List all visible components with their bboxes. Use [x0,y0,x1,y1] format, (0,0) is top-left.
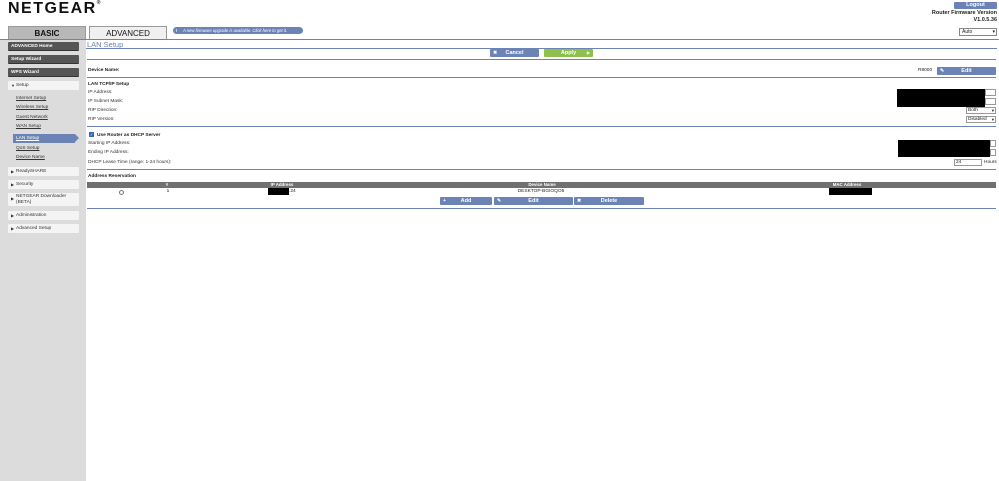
starting-ip-field[interactable] [990,140,996,147]
sidebar-wps-wizard[interactable]: WPS Wizard [8,68,79,77]
row-ip-redacted [268,188,289,195]
section-divider [87,59,996,60]
sidebar-section-administration[interactable]: ▶ Administration [8,211,79,220]
sidebar-section-security[interactable]: ▶ Security [8,180,79,189]
pencil-icon: ✎ [940,68,945,74]
ip-address-field[interactable] [985,89,996,96]
dhcp-checkbox-label: Use Router as DHCP Server [97,133,161,138]
row-select-radio[interactable] [119,190,124,195]
lease-time-field[interactable]: 24 [954,159,982,166]
rip-direction-select[interactable]: Both [966,107,996,114]
plus-icon: + [443,198,446,204]
cancel-button[interactable]: ✖ Cancel [490,49,539,57]
top-header: NETGEAR® Logout Router Firmware Version … [0,0,999,40]
close-icon: ✖ [577,198,582,204]
section-divider [87,126,996,127]
lease-time-unit: Hours [984,160,997,165]
triangle-right-icon: ▶ [11,169,15,174]
triangle-right-icon: ▶ [11,213,15,218]
title-divider [86,48,997,49]
tcpip-heading: LAN TCP/IP Setup [88,82,130,87]
rip-direction-label: RIP Direction: [88,108,118,113]
sidebar-item-device-name[interactable]: Device Name [16,155,45,160]
triangle-down-icon: ▼ [11,83,15,88]
tab-basic[interactable]: BASIC [8,26,86,39]
bottom-divider [87,208,996,209]
device-name-value: R8000 [918,68,933,73]
subnet-mask-field[interactable] [985,98,996,105]
language-select[interactable]: Auto [959,28,997,36]
section-divider [87,169,996,170]
sidebar-item-wan-setup[interactable]: WAN Setup [16,124,41,129]
col-num: # [165,182,169,187]
netgear-logo: NETGEAR® [8,0,101,17]
dhcp-checkbox[interactable]: ✓ [89,132,94,137]
sidebar-section-setup[interactable]: ▼ Setup [8,81,79,90]
sidebar-item-wireless-setup[interactable]: Wireless Setup [16,105,48,110]
close-icon: ✖ [493,50,498,56]
sidebar-item-internet-setup[interactable]: Internet Setup [16,96,46,101]
rip-version-label: RIP Version: [88,117,115,122]
sidebar-section-advanced-setup[interactable]: ▶ Advanced Setup [8,224,79,233]
starting-ip-label: Starting IP Address: [88,141,131,146]
sidebar: ADVANCED Home Setup Wizard WPS Wizard ▼ … [0,39,86,481]
sidebar-section-readyshare[interactable]: ▶ ReadySHARE [8,167,79,176]
main-content: Auto LAN Setup ✖Cancel Apply▶ Device Nam… [86,28,999,481]
sidebar-advanced-home[interactable]: ADVANCED Home [8,42,79,51]
sidebar-item-lan-setup[interactable]: LAN Setup [13,134,79,143]
row-device-name: DESKTOP-BGIOQO5 [517,189,565,194]
rip-version-select[interactable]: Disabled [966,116,996,123]
col-device-name: Device Name [528,182,556,187]
sidebar-setup-wizard[interactable]: Setup Wizard [8,55,79,64]
add-reservation-button[interactable]: + Add [440,197,492,205]
arrow-right-icon: ▶ [586,50,590,55]
ending-ip-field[interactable] [990,149,996,156]
sidebar-section-netgear-downloader[interactable]: ▶ NETGEAR Downloader (BETA) [8,193,79,206]
sidebar-item-guest-network[interactable]: Guest Network [16,115,48,120]
pencil-icon: ✎ [497,198,502,204]
ip-address-redacted[interactable] [897,89,985,107]
triangle-right-icon: ▶ [11,196,15,201]
section-divider [87,77,996,78]
edit-reservation-button[interactable]: ✎ Edit [494,197,573,205]
device-name-label: Device Name: [88,68,120,73]
tab-advanced[interactable]: ADVANCED [89,26,167,39]
firmware-version: Router Firmware Version V1.0.5.36 [931,10,997,23]
delete-reservation-button[interactable]: ✖ Delete [574,197,644,205]
row-num: 1 [166,189,170,194]
triangle-right-icon: ▶ [11,182,15,187]
apply-button[interactable]: Apply ▶ [544,49,593,57]
ip-range-redacted[interactable] [898,140,990,157]
subnet-mask-label: IP Subnet Mask: [88,99,124,104]
sidebar-item-qos-setup[interactable]: QoS Setup [16,146,39,151]
firmware-notice[interactable]: ! A new firmware upgrade is available. C… [173,27,303,34]
logout-button[interactable]: Logout [954,2,997,9]
reservation-heading: Address Reservation [88,174,136,179]
ip-address-label: IP Address: [88,90,113,95]
row-mac-redacted [829,188,872,195]
ending-ip-label: Ending IP Address: [88,150,129,155]
edit-device-name-button[interactable]: ✎ Edit [937,67,996,75]
row-ip-suffix: .24 [289,189,296,194]
lease-time-label: DHCP Lease Time (range: 1-24 hours): [88,160,172,165]
alert-icon: ! [176,28,178,33]
triangle-right-icon: ▶ [11,226,15,231]
